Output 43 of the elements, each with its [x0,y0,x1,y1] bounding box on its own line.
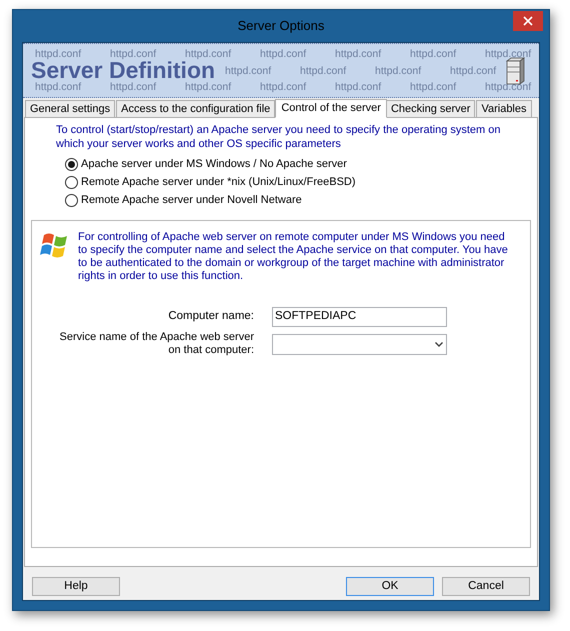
pattern-text: httpd.conf [110,47,158,61]
radio-option[interactable]: Remote Apache server under *nix (Unix/Linux/FreeBSD) [65,175,537,190]
pattern-text: httpd.conf [185,47,232,61]
pattern-text: httpd.conf [410,47,458,61]
chevron-down-icon [435,342,443,346]
radio-button[interactable] [65,194,78,207]
pattern-text: httpd.conf [35,47,82,61]
pattern-text: httpd.conf [485,47,532,61]
field-label: Computer name: [167,309,255,324]
pattern-text: httpd.conf [300,64,348,78]
pattern-text: httpd.conf [260,47,308,61]
pattern-text: httpd.conf [450,64,498,78]
pattern-text: httpd.conf [410,80,458,94]
pattern-text: httpd.conf [225,64,272,78]
computer-name-field[interactable]: SOFTPEDIAPC [272,307,447,327]
tab[interactable]: Variables [476,100,532,117]
pattern-text: httpd.conf [335,47,382,61]
banner-title: Server Definition [31,59,216,82]
tab[interactable]: Checking server [386,100,476,117]
dialog-button[interactable]: Cancel [442,577,530,596]
dialog-button[interactable]: Help [32,577,120,596]
radio-option[interactable]: Remote Apache server under Novell Netware [65,193,537,208]
close-button[interactable] [513,11,543,31]
pattern-text: httpd.conf [110,80,158,94]
intro-text: To control (start/stop/restart) an Apache server you need to specify the operating system on which your server works and other OS specific parameters [56,123,502,151]
tab[interactable]: Access to the configuration file [116,100,276,117]
dialog-button[interactable]: OK [346,577,434,596]
radio-button[interactable] [65,176,78,189]
pattern-text: httpd.conf [335,80,382,94]
tab[interactable]: Control of the server [275,99,387,118]
pattern-text: httpd.conf [485,80,532,94]
close-icon [523,16,533,26]
field-label: Service name of the Apache web server on that computer: [58,331,254,357]
windows-flag-icon [40,231,70,259]
pattern-text: httpd.conf [185,80,232,94]
pattern-text: httpd.conf [375,64,422,78]
description-text: For controlling of Apache web server on remote computer under MS Windows you need to specify the computer name and select the Apache service on that computer. You have to be authenticated to the domain or workgroup of the target machine with administrator rights in order to use this function. [78,231,509,283]
pattern-text: httpd.conf [260,80,308,94]
tab[interactable]: General settings [25,100,116,117]
pattern-text: httpd.conf [35,80,82,94]
radio-button[interactable] [65,158,78,171]
radio-option[interactable]: Apache server under MS Windows / No Apache server [65,157,537,172]
window-title: Server Options [238,17,324,36]
